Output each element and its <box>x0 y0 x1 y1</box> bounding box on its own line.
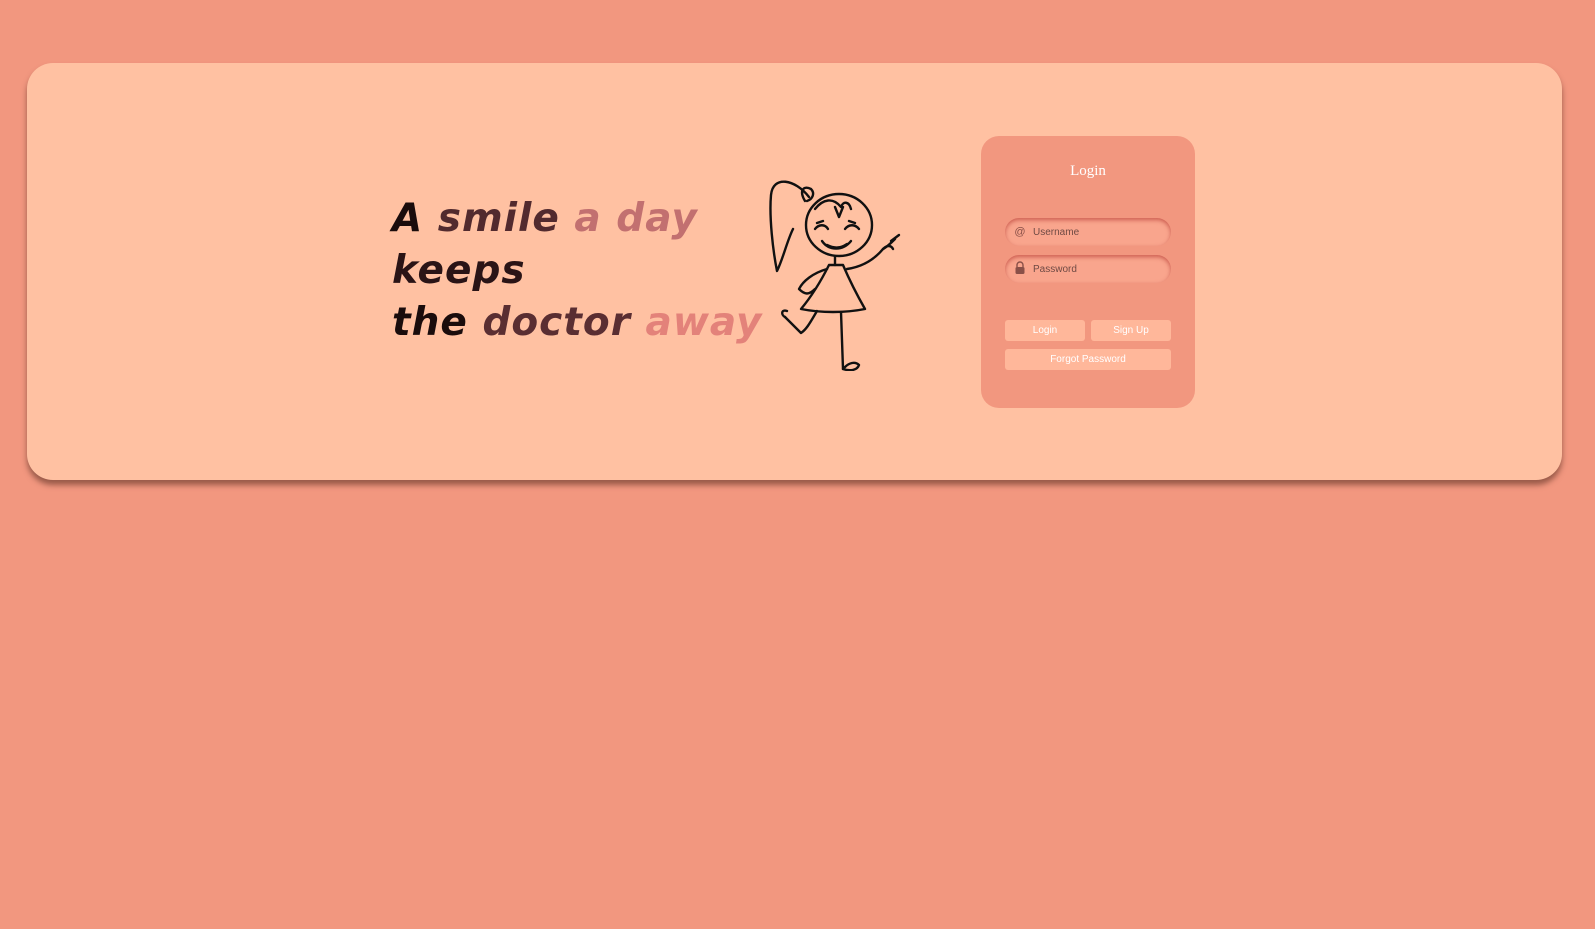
slogan: A smile a day keeps the doctor away <box>392 193 762 349</box>
slogan-word-a-day: a day <box>574 196 698 241</box>
slogan-line-1: A smile a day <box>392 193 762 245</box>
signup-button[interactable]: Sign Up <box>1091 320 1171 341</box>
slogan-word-away: away <box>645 300 763 345</box>
login-title: Login <box>1070 163 1106 179</box>
login-card: Login @ Login Sign Up Forgot Password <box>981 136 1195 408</box>
password-field[interactable] <box>1005 255 1171 283</box>
username-field[interactable]: @ <box>1005 218 1171 246</box>
password-input[interactable] <box>1033 259 1163 279</box>
forgot-password-button[interactable]: Forgot Password <box>1005 349 1171 370</box>
lock-icon <box>1013 261 1027 277</box>
login-button[interactable]: Login <box>1005 320 1085 341</box>
slogan-word-keeps: keeps <box>392 248 526 293</box>
girl-waving-illustration <box>769 180 901 371</box>
slogan-word-the: the <box>392 300 468 345</box>
slogan-word-a: A <box>392 196 424 241</box>
slogan-line-3: the doctor away <box>392 297 762 349</box>
slogan-word-smile: smile <box>437 196 560 241</box>
at-icon: @ <box>1014 226 1026 238</box>
username-input[interactable] <box>1033 222 1163 242</box>
hero-card: A smile a day keeps the doctor away Logi… <box>27 63 1562 480</box>
slogan-line-2: keeps <box>392 245 762 297</box>
slogan-word-doctor: doctor <box>482 300 631 345</box>
